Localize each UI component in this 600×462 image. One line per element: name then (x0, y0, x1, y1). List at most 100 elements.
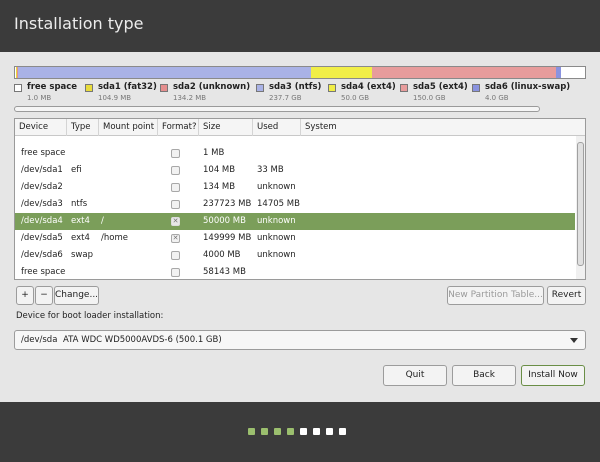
cell-device: free space (21, 148, 66, 158)
revert-button[interactable]: Revert (547, 286, 586, 305)
format-checkbox[interactable] (171, 149, 180, 158)
table-row-selected[interactable]: /dev/sda4 ext4 / ✕ 50000 MB unknown (15, 213, 575, 230)
legend-size: 1.0 MB (27, 94, 52, 102)
table-row[interactable]: /dev/sda1 efi 104 MB 33 MB (15, 162, 575, 179)
cell-size: 104 MB (203, 165, 236, 175)
legend-scrollbar[interactable] (14, 106, 586, 112)
cell-type: ext4 (71, 216, 90, 226)
install-now-button[interactable]: Install Now (521, 365, 585, 386)
add-partition-button[interactable]: + (16, 286, 34, 305)
legend-swatch (328, 84, 336, 92)
table-scrollbar[interactable] (576, 136, 585, 279)
legend-size: 237.7 GB (269, 94, 302, 102)
page-title: Installation type (14, 14, 144, 33)
cell-size: 237723 MB (203, 199, 252, 209)
partition-bar-segment-free (561, 67, 585, 78)
table-row[interactable]: /dev/sda2 134 MB unknown (15, 179, 575, 196)
legend-swatch (160, 84, 168, 92)
cell-device: /dev/sda1 (21, 165, 63, 175)
cell-size: 58143 MB (203, 267, 246, 277)
bootloader-device-select[interactable]: /dev/sda ATA WDC WD5000AVDS-6 (500.1 GB) (14, 330, 586, 350)
progress-step-dot (287, 428, 294, 435)
content-area: free space 1.0 MB sda1 (fat32) 104.9 MB … (0, 52, 600, 402)
column-header-size[interactable]: Size (199, 119, 253, 136)
column-header-device[interactable]: Device (15, 119, 67, 136)
legend-size: 134.2 MB (173, 94, 207, 102)
scrollbar-thumb[interactable] (577, 142, 584, 266)
format-checkbox[interactable] (171, 183, 180, 192)
progress-step-dot (274, 428, 281, 435)
partition-legend: free space 1.0 MB sda1 (fat32) 104.9 MB … (14, 82, 586, 106)
bootloader-device-description: ATA WDC WD5000AVDS-6 (500.1 GB) (63, 335, 222, 345)
chevron-down-icon (570, 338, 578, 343)
partition-table: Device Type Mount point Format? Size Use… (14, 118, 586, 280)
format-checkbox[interactable] (171, 268, 180, 277)
table-row[interactable]: free space 58143 MB (15, 264, 575, 279)
legend-swatch (14, 84, 22, 92)
format-checkbox[interactable] (171, 166, 180, 175)
cell-used: 33 MB (257, 165, 284, 175)
partition-bar-segment-sda3 (18, 67, 311, 78)
column-header-system[interactable]: System (301, 119, 575, 136)
cell-used: unknown (257, 216, 296, 226)
cell-device: /dev/sda3 (21, 199, 63, 209)
change-partition-button[interactable]: Change... (54, 286, 99, 305)
table-row[interactable]: /dev/sda5 ext4 /home ✕ 149999 MB unknown (15, 230, 575, 247)
legend-swatch (256, 84, 264, 92)
cell-type: ext4 (71, 233, 90, 243)
cell-size: 4000 MB (203, 250, 241, 260)
cell-device: /dev/sda2 (21, 182, 63, 192)
cell-device: /dev/sda4 (21, 216, 63, 226)
cell-device: /dev/sda6 (21, 250, 63, 260)
legend-name: sda4 (ext4) (341, 82, 396, 92)
cell-device: /dev/sda5 (21, 233, 63, 243)
progress-step-dot (313, 428, 320, 435)
partition-bar (14, 66, 586, 79)
back-button[interactable]: Back (452, 365, 516, 386)
table-row[interactable]: free space 1 MB (15, 145, 575, 162)
footer (0, 402, 600, 462)
partition-bar-segment-sda5 (372, 67, 556, 78)
new-partition-table-button[interactable]: New Partition Table... (447, 286, 544, 305)
remove-partition-button[interactable]: − (35, 286, 53, 305)
column-header-format[interactable]: Format? (158, 119, 199, 136)
cell-type: ntfs (71, 199, 88, 209)
table-row[interactable]: /dev/sda3 ntfs 237723 MB 14705 MB (15, 196, 575, 213)
column-header-used[interactable]: Used (253, 119, 301, 136)
cell-mount-point: / (101, 216, 104, 226)
legend-name: sda6 (linux-swap) (485, 82, 571, 92)
scrollbar-thumb[interactable] (14, 106, 540, 112)
legend-size: 50.0 GB (341, 94, 370, 102)
format-checkbox[interactable] (171, 200, 180, 209)
cell-mount-point: /home (101, 233, 128, 243)
legend-name: sda1 (fat32) (98, 82, 157, 92)
partition-bar-segment-sda4 (311, 67, 372, 78)
cell-size: 149999 MB (203, 233, 252, 243)
bootloader-device: /dev/sda (21, 335, 58, 345)
cell-size: 134 MB (203, 182, 236, 192)
cell-used: unknown (257, 182, 296, 192)
format-checkbox[interactable]: ✕ (171, 217, 180, 226)
progress-step-dot (248, 428, 255, 435)
cell-size: 50000 MB (203, 216, 246, 226)
format-checkbox[interactable] (171, 251, 180, 260)
table-row[interactable]: /dev/sda6 swap 4000 MB unknown (15, 247, 575, 264)
legend-size: 104.9 MB (98, 94, 132, 102)
cell-used: 14705 MB (257, 199, 300, 209)
bootloader-label: Device for boot loader installation: (16, 311, 164, 321)
table-header: Device Type Mount point Format? Size Use… (15, 119, 585, 136)
column-header-mount-point[interactable]: Mount point (99, 119, 158, 136)
quit-button[interactable]: Quit (383, 365, 447, 386)
column-header-type[interactable]: Type (67, 119, 99, 136)
legend-name: free space (27, 82, 78, 92)
legend-name: sda3 (ntfs) (269, 82, 322, 92)
legend-swatch (472, 84, 480, 92)
progress-step-dot (339, 428, 346, 435)
legend-size: 4.0 GB (485, 94, 509, 102)
cell-size: 1 MB (203, 148, 225, 158)
progress-step-dot (300, 428, 307, 435)
cell-type: swap (71, 250, 93, 260)
progress-step-dot (261, 428, 268, 435)
format-checkbox[interactable]: ✕ (171, 234, 180, 243)
legend-name: sda2 (unknown) (173, 82, 251, 92)
